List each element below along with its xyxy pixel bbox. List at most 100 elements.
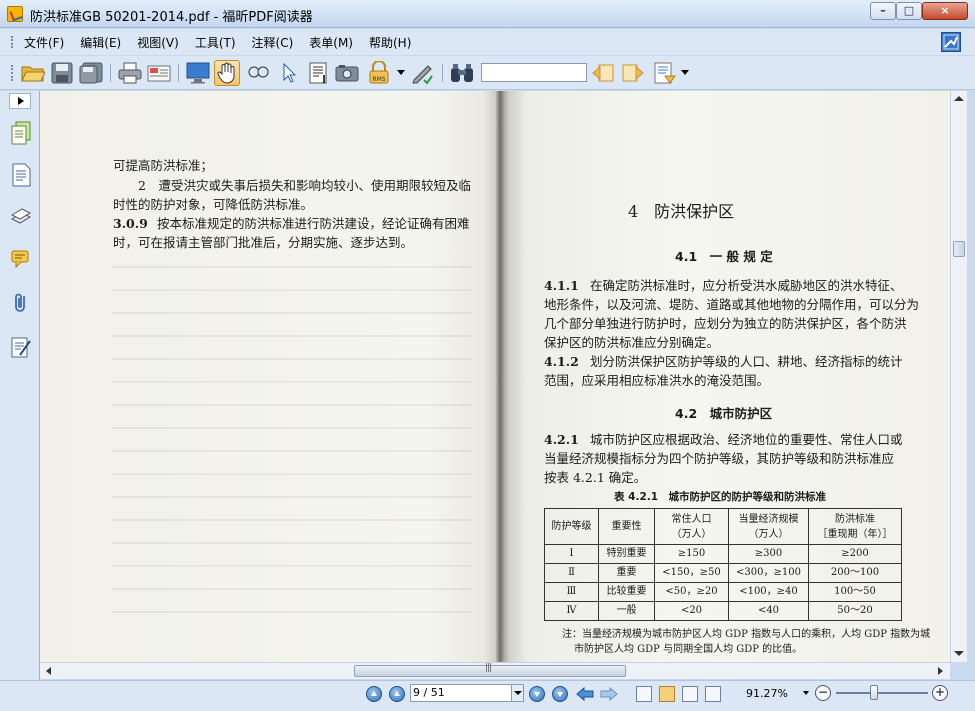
- next-result-icon[interactable]: [620, 60, 646, 86]
- clause-421-line-2: 当量经济规模指标分为四个防护等级，其防护等级和防洪标准应: [544, 451, 895, 466]
- clause-411-line-2: 地形条件，以及河流、堤防、道路或其他地物的分隔作用，可以分为: [544, 297, 920, 312]
- zoom-dropdown-icon[interactable]: [803, 691, 809, 695]
- previous-page-icon[interactable]: [389, 686, 405, 702]
- scroll-right-icon[interactable]: [938, 667, 943, 675]
- prev-result-icon[interactable]: [590, 60, 616, 86]
- print-icon[interactable]: [117, 60, 143, 86]
- bookmarks-icon[interactable]: [10, 163, 32, 187]
- save-icon[interactable]: [49, 60, 75, 86]
- close-button[interactable]: ×: [922, 2, 968, 20]
- bleed-through-line: [112, 450, 472, 452]
- zoom-in-button[interactable]: +: [932, 685, 948, 701]
- maximize-button[interactable]: □: [896, 2, 922, 20]
- section-heading-4-2: 4.2 城市防护区: [675, 406, 773, 421]
- first-page-icon[interactable]: [366, 686, 382, 702]
- table-cell: Ⅳ: [544, 601, 599, 621]
- table-header-cell: 重要性: [598, 508, 655, 545]
- find-binoculars-icon[interactable]: [449, 60, 475, 86]
- clause-number-412: 4.1.2: [544, 354, 579, 369]
- sign-icon[interactable]: [409, 60, 435, 86]
- menu-tools[interactable]: 工具(T): [195, 34, 236, 51]
- bleed-through-line: [112, 473, 472, 475]
- bleed-through-line: [112, 335, 472, 337]
- table-header-cell: 防洪标准 ［重现期（年）］: [808, 508, 902, 545]
- menu-view[interactable]: 视图(V): [137, 34, 179, 51]
- bleed-through-line: [112, 404, 472, 406]
- status-bar: 9 / 51 91.27% − +: [0, 680, 975, 711]
- table-cell: 特别重要: [598, 544, 655, 564]
- vertical-scrollbar[interactable]: [950, 91, 967, 662]
- horizontal-scrollbar[interactable]: [40, 662, 950, 679]
- scroll-down-icon[interactable]: [954, 651, 964, 656]
- zoom-out-button[interactable]: −: [815, 685, 831, 701]
- layers-icon[interactable]: [10, 205, 32, 229]
- hand-icon[interactable]: [214, 60, 240, 86]
- bleed-through-line: [112, 289, 472, 291]
- menu-edit[interactable]: 编辑(E): [80, 34, 121, 51]
- last-page-icon[interactable]: [552, 686, 568, 702]
- highlight-icon[interactable]: [652, 60, 678, 86]
- zoom-slider[interactable]: [836, 685, 928, 700]
- open-icon[interactable]: [20, 60, 46, 86]
- rms-dropdown-icon[interactable]: [396, 60, 406, 86]
- menu-grip[interactable]: [11, 36, 13, 48]
- table-row: Ⅳ 一般 <20 <40 50～20: [544, 601, 902, 621]
- attachments-icon[interactable]: [10, 291, 32, 315]
- highlight-dropdown-icon[interactable]: [680, 60, 690, 86]
- clause-412-line-1: 划分防洪保护区防护等级的人口、耕地、经济指标的统计: [590, 354, 903, 369]
- table-cell: 一般: [598, 601, 655, 621]
- comments-icon[interactable]: [10, 247, 32, 271]
- go-back-icon[interactable]: [576, 686, 594, 702]
- menu-forms[interactable]: 表单(M): [309, 34, 353, 51]
- go-forward-icon[interactable]: [600, 686, 618, 702]
- facing-view-icon[interactable]: [682, 686, 698, 702]
- horizontal-scroll-thumb[interactable]: [354, 663, 626, 677]
- zoom-glass-icon[interactable]: [245, 60, 271, 86]
- save-as-icon[interactable]: [78, 60, 104, 86]
- vertical-scroll-thumb[interactable]: [953, 241, 965, 257]
- fullscreen-icon[interactable]: [185, 60, 211, 86]
- toggle-panel-icon[interactable]: [941, 32, 961, 52]
- next-page-icon[interactable]: [529, 686, 545, 702]
- table-cell: Ⅱ: [544, 563, 599, 583]
- scroll-left-icon[interactable]: [46, 667, 51, 675]
- section-heading-4-1: 4.1 一 般 规 定: [675, 249, 773, 264]
- bleed-through-line: [112, 266, 472, 268]
- email-icon[interactable]: [146, 60, 172, 86]
- menu-help[interactable]: 帮助(H): [369, 34, 411, 51]
- table-cell: <150，≥50: [654, 563, 729, 583]
- chapter-heading: 4 防洪保护区: [628, 202, 735, 221]
- table-caption: 表 4.2.1 城市防护区的防护等级和防洪标准: [614, 491, 827, 503]
- page-number-field[interactable]: 9 / 51: [410, 684, 524, 702]
- continuous-facing-view-icon[interactable]: [705, 686, 721, 702]
- signatures-icon[interactable]: [10, 335, 32, 359]
- page-dropdown-icon[interactable]: [511, 685, 523, 701]
- search-input[interactable]: [481, 63, 587, 82]
- pages-icon[interactable]: [10, 121, 32, 145]
- clause-411-line-3: 几个部分单独进行防护时，应划分为独立的防洪保护区，各个防洪: [544, 316, 907, 331]
- expand-panel-button[interactable]: [9, 93, 31, 109]
- bleed-through-line: [112, 611, 472, 613]
- continuous-view-icon[interactable]: [659, 686, 675, 702]
- minimize-button[interactable]: –: [870, 2, 896, 20]
- rms-lock-icon[interactable]: RMS: [366, 60, 392, 86]
- table-cell: Ⅰ: [544, 544, 599, 564]
- single-page-view-icon[interactable]: [636, 686, 652, 702]
- toolbar-grip[interactable]: [11, 65, 13, 81]
- table-cell: <50，≥20: [654, 582, 729, 602]
- table-cell: 50～20: [808, 601, 902, 621]
- text-select-icon[interactable]: [305, 60, 331, 86]
- table-header-cell: 常住人口 （万人）: [654, 508, 729, 545]
- menu-comments[interactable]: 注释(C): [252, 34, 294, 51]
- bleed-through-line: [112, 519, 472, 521]
- snapshot-icon[interactable]: [334, 60, 360, 86]
- clause-number-421: 4.2.1: [544, 432, 579, 447]
- zoom-level[interactable]: 91.27%: [746, 687, 788, 700]
- menu-file[interactable]: 文件(F): [24, 34, 64, 51]
- scroll-up-icon[interactable]: [954, 96, 964, 101]
- clause-421-line-1: 城市防护区应根据政治、经济地位的重要性、常住人口或: [590, 432, 903, 447]
- select-arrow-icon[interactable]: [276, 60, 302, 86]
- menu-bar: 文件(F) 编辑(E) 视图(V) 工具(T) 注释(C) 表单(M) 帮助(H…: [0, 29, 975, 55]
- zoom-slider-handle[interactable]: [870, 685, 878, 700]
- clause-411-line-1: 在确定防洪标准时，应分析受洪水威胁地区的洪水特征、: [590, 278, 903, 293]
